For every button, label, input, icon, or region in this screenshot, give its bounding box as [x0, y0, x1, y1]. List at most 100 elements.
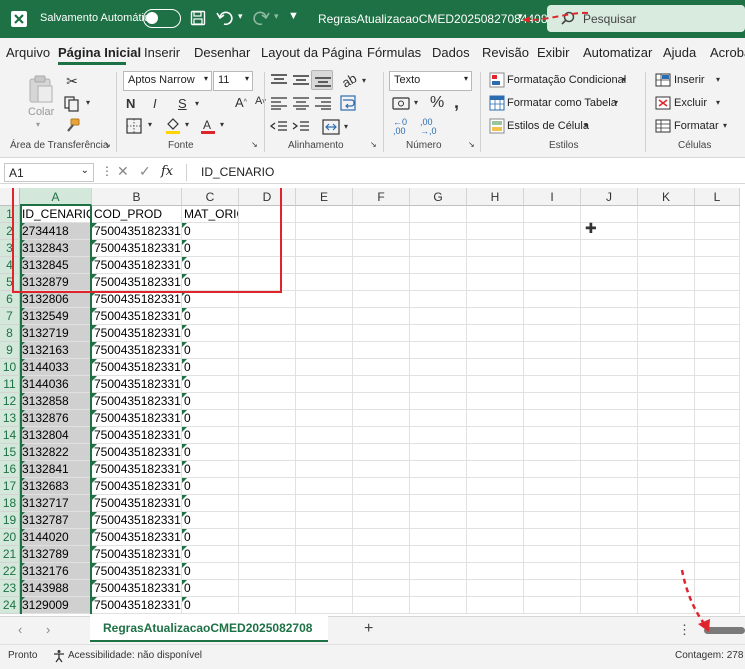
cell-a8[interactable]: 3132719 — [20, 325, 92, 342]
row-header[interactable]: 22 — [0, 563, 20, 580]
cell-f5[interactable] — [353, 274, 410, 291]
cell-j6[interactable] — [581, 291, 638, 308]
cell-f22[interactable] — [353, 563, 410, 580]
cell-k3[interactable] — [638, 240, 695, 257]
cell-c3[interactable]: 0 — [182, 240, 239, 257]
cell-a15[interactable]: 3132822 — [20, 444, 92, 461]
cell-a1[interactable]: ID_CENARIO — [20, 206, 92, 223]
formula-input[interactable]: ID_CENARIO — [201, 165, 274, 179]
font-color-dropdown-icon[interactable]: ▾ — [220, 120, 224, 129]
cell-d5[interactable] — [239, 274, 296, 291]
cell-a18[interactable]: 3132717 — [20, 495, 92, 512]
cell-l3[interactable] — [695, 240, 740, 257]
cell-f3[interactable] — [353, 240, 410, 257]
cell-d15[interactable] — [239, 444, 296, 461]
accounting-dropdown-icon[interactable]: ▾ — [414, 98, 418, 107]
format-cells-button[interactable]: Formatar — [674, 120, 719, 132]
cancel-entry-icon[interactable]: ✕ — [117, 163, 129, 180]
row-header[interactable]: 17 — [0, 478, 20, 495]
cell-i17[interactable] — [524, 478, 581, 495]
tab-dados[interactable]: Dados — [432, 45, 470, 60]
column-header-k[interactable]: K — [638, 188, 695, 206]
cell-j9[interactable] — [581, 342, 638, 359]
row-header[interactable]: 2 — [0, 223, 20, 240]
font-launcher-icon[interactable]: ↘ — [251, 140, 258, 149]
cell-b8[interactable]: 7500435182331 — [92, 325, 182, 342]
cell-b11[interactable]: 7500435182331 — [92, 376, 182, 393]
sheet-tab-active[interactable]: RegrasAtualizacaoCMED2025082708 — [90, 616, 328, 642]
format-painter-icon[interactable] — [64, 118, 80, 134]
row-header[interactable]: 23 — [0, 580, 20, 597]
paste-label[interactable]: Colar — [28, 106, 54, 118]
cell-g17[interactable] — [410, 478, 467, 495]
cell-j5[interactable] — [581, 274, 638, 291]
cell-i7[interactable] — [524, 308, 581, 325]
cell-e16[interactable] — [296, 461, 353, 478]
cell-d24[interactable] — [239, 597, 296, 614]
row-header[interactable]: 4 — [0, 257, 20, 274]
cell-d19[interactable] — [239, 512, 296, 529]
cell-f23[interactable] — [353, 580, 410, 597]
increase-indent-icon[interactable] — [292, 120, 310, 134]
cell-g20[interactable] — [410, 529, 467, 546]
font-size-dropdown[interactable]: 11 ▾ — [213, 71, 253, 91]
cell-d16[interactable] — [239, 461, 296, 478]
cell-g11[interactable] — [410, 376, 467, 393]
cell-i6[interactable] — [524, 291, 581, 308]
cell-d8[interactable] — [239, 325, 296, 342]
cell-k21[interactable] — [638, 546, 695, 563]
fill-color-dropdown-icon[interactable]: ▾ — [185, 120, 189, 129]
cell-a10[interactable]: 3144033 — [20, 359, 92, 376]
cell-a11[interactable]: 3144036 — [20, 376, 92, 393]
cell-f16[interactable] — [353, 461, 410, 478]
cell-e22[interactable] — [296, 563, 353, 580]
cell-e20[interactable] — [296, 529, 353, 546]
cell-h8[interactable] — [467, 325, 524, 342]
cell-e10[interactable] — [296, 359, 353, 376]
column-header-a[interactable]: A — [20, 188, 92, 206]
cell-k5[interactable] — [638, 274, 695, 291]
cell-g1[interactable] — [410, 206, 467, 223]
cell-styles-icon[interactable] — [489, 118, 505, 134]
cell-l11[interactable] — [695, 376, 740, 393]
delete-cells-icon[interactable] — [655, 96, 671, 110]
cell-b21[interactable]: 7500435182331 — [92, 546, 182, 563]
cell-i11[interactable] — [524, 376, 581, 393]
cell-k1[interactable] — [638, 206, 695, 223]
grow-font-icon[interactable]: A ^ — [235, 95, 247, 110]
conditional-formatting-dropdown-icon[interactable]: ▾ — [622, 75, 626, 84]
cell-f1[interactable] — [353, 206, 410, 223]
borders-dropdown-icon[interactable]: ▾ — [148, 120, 152, 129]
cell-d11[interactable] — [239, 376, 296, 393]
align-right-icon[interactable] — [314, 96, 332, 110]
cell-i19[interactable] — [524, 512, 581, 529]
confirm-entry-icon[interactable]: ✓ — [139, 163, 151, 180]
number-launcher-icon[interactable]: ↘ — [468, 140, 475, 149]
cell-g19[interactable] — [410, 512, 467, 529]
cell-j22[interactable] — [581, 563, 638, 580]
cell-j14[interactable] — [581, 427, 638, 444]
cell-k2[interactable] — [638, 223, 695, 240]
cell-i13[interactable] — [524, 410, 581, 427]
cell-g4[interactable] — [410, 257, 467, 274]
cell-c17[interactable]: 0 — [182, 478, 239, 495]
cell-j16[interactable] — [581, 461, 638, 478]
save-icon[interactable] — [190, 10, 206, 26]
insert-function-icon[interactable]: fx — [161, 164, 173, 179]
cell-i16[interactable] — [524, 461, 581, 478]
prev-sheet-icon[interactable]: ‹ — [18, 622, 22, 637]
row-header[interactable]: 8 — [0, 325, 20, 342]
cell-k19[interactable] — [638, 512, 695, 529]
redo-dropdown-icon[interactable]: ▾ — [274, 11, 279, 22]
cell-b7[interactable]: 7500435182331 — [92, 308, 182, 325]
row-header[interactable]: 21 — [0, 546, 20, 563]
row-header[interactable]: 9 — [0, 342, 20, 359]
cell-c21[interactable]: 0 — [182, 546, 239, 563]
cell-h7[interactable] — [467, 308, 524, 325]
cell-b1[interactable]: COD_PROD — [92, 206, 182, 223]
delete-cells-dropdown-icon[interactable]: ▾ — [716, 98, 720, 107]
cell-g18[interactable] — [410, 495, 467, 512]
cell-h18[interactable] — [467, 495, 524, 512]
cell-e4[interactable] — [296, 257, 353, 274]
cell-h6[interactable] — [467, 291, 524, 308]
